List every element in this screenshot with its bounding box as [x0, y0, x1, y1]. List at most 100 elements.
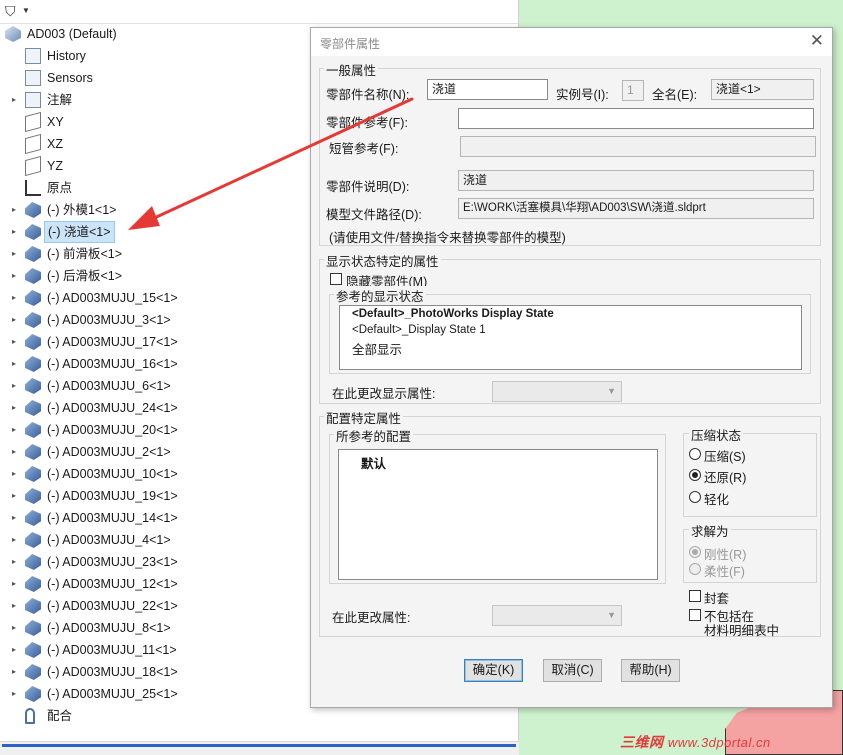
tree-item-label: (-) AD003MUJU_19<1> — [47, 489, 178, 503]
horizontal-scrollbar[interactable] — [0, 741, 519, 755]
fullname-label: 全名(E): — [652, 88, 698, 102]
envelope-checkbox[interactable] — [689, 590, 701, 602]
display-states-list[interactable]: <Default>_PhotoWorks Display State <Defa… — [339, 305, 802, 370]
tree-item-label: (-) AD003MUJU_24<1> — [47, 401, 178, 415]
configs-list[interactable]: 默认 — [338, 449, 658, 580]
expand-arrow-icon[interactable]: ▸ — [9, 595, 19, 617]
general-group-label: 一般属性 — [324, 60, 379, 79]
tree-item-label: (-) AD003MUJU_8<1> — [47, 621, 171, 635]
part-icon — [25, 510, 41, 526]
part-icon — [25, 576, 41, 592]
expand-arrow-icon[interactable]: ▸ — [9, 683, 19, 705]
close-icon[interactable]: ✕ — [810, 31, 824, 51]
rigid-radio — [689, 546, 701, 558]
tree-item-label: (-) AD003MUJU_3<1> — [47, 313, 171, 327]
plane-icon — [25, 133, 41, 155]
expand-arrow-icon[interactable]: ▸ — [9, 353, 19, 375]
part-icon — [25, 202, 41, 218]
history-icon — [25, 48, 41, 64]
expand-arrow-icon[interactable]: ▸ — [9, 199, 19, 221]
exclude-bom-label-2: 材料明细表中 — [704, 624, 780, 638]
part-icon — [25, 356, 41, 372]
expand-arrow-icon[interactable]: ▸ — [9, 309, 19, 331]
plane-icon — [25, 155, 41, 177]
tree-item-label: 原点 — [47, 181, 73, 195]
chevron-down-icon: ▼ — [607, 386, 616, 396]
display-state-item[interactable]: <Default>_Display State 1 — [352, 324, 486, 336]
component-name-input[interactable]: 浇道 — [427, 79, 548, 100]
change-display-label: 在此更改显示属性: — [332, 387, 436, 401]
instance-label: 实例号(I): — [556, 88, 609, 102]
tree-item-label: YZ — [47, 159, 63, 173]
tree-item-label: (-) 后滑板<1> — [47, 269, 123, 283]
ok-button[interactable]: 确定(K) — [464, 659, 523, 682]
chevron-down-icon: ▼ — [607, 610, 616, 620]
pipe-ref-field — [460, 136, 816, 157]
expand-arrow-icon[interactable]: ▸ — [9, 287, 19, 309]
part-icon — [25, 532, 41, 548]
cancel-button[interactable]: 取消(C) — [543, 659, 602, 682]
part-icon — [25, 400, 41, 416]
ref-display-states-label: 参考的显示状态 — [334, 286, 426, 305]
change-properties-label: 在此更改属性: — [332, 611, 411, 625]
expand-arrow-icon[interactable]: ▸ — [9, 485, 19, 507]
tree-item-label: (-) AD003MUJU_14<1> — [47, 511, 178, 525]
tree-item-label: (-) AD003MUJU_15<1> — [47, 291, 178, 305]
help-button[interactable]: 帮助(H) — [621, 659, 680, 682]
expand-arrow-icon[interactable]: ▸ — [9, 441, 19, 463]
display-state-item[interactable]: <Default>_PhotoWorks Display State — [352, 308, 554, 320]
expand-arrow-icon[interactable]: ▸ — [9, 639, 19, 661]
expand-arrow-icon[interactable]: ▸ — [9, 221, 19, 243]
config-item[interactable]: 默认 — [361, 453, 386, 472]
part-icon — [25, 268, 41, 284]
expand-arrow-icon[interactable]: ▸ — [9, 331, 19, 353]
component-ref-input[interactable] — [458, 108, 814, 129]
part-icon — [25, 554, 41, 570]
expand-arrow-icon[interactable]: ▸ — [9, 529, 19, 551]
expand-arrow-icon[interactable]: ▸ — [9, 375, 19, 397]
plane-icon — [25, 111, 41, 133]
expand-arrow-icon[interactable]: ▸ — [9, 661, 19, 683]
part-icon — [25, 488, 41, 504]
tree-item-label: (-) AD003MUJU_11<1> — [47, 643, 177, 657]
expand-arrow-icon[interactable]: ▸ — [9, 551, 19, 573]
hide-component-checkbox[interactable] — [330, 273, 342, 285]
expand-arrow-icon[interactable]: ▸ — [9, 507, 19, 529]
part-icon — [25, 620, 41, 636]
part-icon — [25, 312, 41, 328]
filter-icon[interactable]: ⛉ — [5, 3, 16, 20]
expand-arrow-icon[interactable]: ▸ — [9, 243, 19, 265]
expand-arrow-icon[interactable]: ▸ — [9, 89, 19, 111]
sensors-icon — [25, 70, 41, 86]
dialog-titlebar: 零部件属性 ✕ — [311, 28, 832, 56]
lightweight-label: 轻化 — [704, 493, 730, 507]
chevron-down-icon[interactable]: ▼ — [22, 6, 30, 15]
expand-arrow-icon[interactable]: ▸ — [9, 265, 19, 287]
watermark: 三维网 www.3dportal.cn — [620, 734, 771, 750]
part-icon — [25, 246, 41, 262]
part-icon — [25, 642, 41, 658]
tree-item-label: 注解 — [47, 93, 73, 107]
component-properties-dialog: 零部件属性 ✕ 一般属性 零部件名称(N): 浇道 实例号(I): 1 全名(E… — [310, 27, 833, 708]
tree-item-label: (-) AD003MUJU_23<1> — [47, 555, 178, 569]
tree-item-label: Sensors — [47, 71, 93, 85]
expand-arrow-icon[interactable]: ▸ — [9, 573, 19, 595]
expand-arrow-icon[interactable]: ▸ — [9, 419, 19, 441]
lightweight-radio[interactable] — [689, 491, 701, 503]
suppress-radio[interactable] — [689, 448, 701, 460]
pipe-ref-label: 短管参考(F): — [329, 142, 399, 156]
resolve-radio[interactable] — [689, 469, 701, 481]
tree-item-label: (-) AD003MUJU_20<1> — [47, 423, 178, 437]
resolve-label: 还原(R) — [704, 471, 747, 485]
expand-arrow-icon[interactable]: ▸ — [9, 397, 19, 419]
mates-icon — [25, 708, 35, 724]
expand-arrow-icon[interactable]: ▸ — [9, 617, 19, 639]
exclude-bom-checkbox[interactable] — [689, 609, 701, 621]
display-state-item[interactable]: 全部显示 — [352, 339, 402, 358]
tree-item-label: (-) AD003MUJU_4<1> — [47, 533, 171, 547]
envelope-label: 封套 — [704, 592, 730, 606]
expand-arrow-icon[interactable]: ▸ — [9, 463, 19, 485]
display-properties-combo: ▼ — [492, 381, 622, 402]
part-icon — [25, 466, 41, 482]
replace-note: (请使用文件/替换指令来替换零部件的模型) — [329, 231, 566, 245]
